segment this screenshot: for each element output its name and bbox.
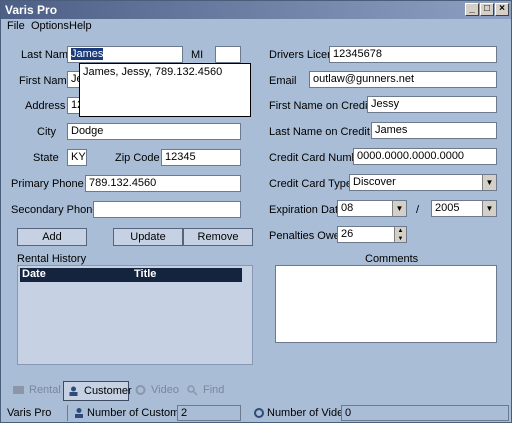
grid-header: Date Title <box>20 268 242 282</box>
maximize-button[interactable]: □ <box>480 3 494 16</box>
status-divider <box>67 405 68 421</box>
tab-video[interactable]: Video <box>131 381 181 401</box>
expiration-date-label: Expiration Date <box>269 204 345 216</box>
primary-phone-input[interactable]: 789.132.4560 <box>85 175 241 192</box>
menu-help[interactable]: Help <box>69 20 92 32</box>
close-button[interactable]: × <box>495 3 509 16</box>
main-window: Varis Pro _ □ × File Options Help Last N… <box>0 0 512 423</box>
chevron-down-icon[interactable]: ▼ <box>482 175 496 190</box>
penalties-input[interactable]: 26 ▲ ▼ <box>337 226 407 243</box>
menu-file[interactable]: File <box>7 20 25 32</box>
first-name-label: First Name <box>19 75 73 87</box>
videos-count: 0 <box>341 405 509 421</box>
window-title: Varis Pro <box>5 3 58 17</box>
find-icon <box>187 385 198 396</box>
penalties-value: 26 <box>341 228 354 240</box>
videos-icon <box>254 408 264 418</box>
rental-history-grid[interactable]: Date Title <box>17 265 253 365</box>
autocomplete-dropdown[interactable]: James, Jessy, 789.132.4560 <box>79 63 251 117</box>
update-button[interactable]: Update <box>113 228 183 246</box>
email-input[interactable]: outlaw@gunners.net <box>309 71 497 88</box>
title-column-header[interactable]: Title <box>134 268 156 280</box>
chevron-down-icon[interactable]: ▼ <box>392 201 406 216</box>
customer-icon <box>69 386 78 396</box>
menu-bar: File Options Help <box>1 19 511 35</box>
add-button[interactable]: Add <box>17 228 87 246</box>
exp-month-select[interactable]: 08 ▼ <box>337 200 407 217</box>
mi-label: MI <box>191 49 204 61</box>
status-app-name: Varis Pro <box>7 407 52 419</box>
date-column-header[interactable]: Date <box>22 268 46 280</box>
zip-label: Zip Code <box>115 152 160 164</box>
state-input[interactable]: KY <box>67 149 87 166</box>
bottom-navigation: Rental Customer Video Find <box>1 379 511 403</box>
cc-type-select[interactable]: Discover ▼ <box>349 174 497 191</box>
menu-options[interactable]: Options <box>31 20 69 32</box>
exp-year-select[interactable]: 2005 ▼ <box>431 200 497 217</box>
tab-find[interactable]: Find <box>183 381 229 401</box>
autocomplete-item[interactable]: James, Jessy, 789.132.4560 <box>83 66 247 78</box>
secondary-phone-input[interactable] <box>93 201 241 218</box>
penalties-owed-label: Penalties Owed <box>269 230 347 242</box>
tab-rental[interactable]: Rental <box>9 381 61 401</box>
cc-first-name-input[interactable]: Jessy <box>367 96 497 113</box>
mi-input[interactable] <box>215 46 241 63</box>
rental-icon <box>13 386 24 394</box>
city-input[interactable]: Dodge <box>67 123 241 140</box>
rental-history-label: Rental History <box>17 253 87 265</box>
chevron-down-icon[interactable]: ▼ <box>482 201 496 216</box>
state-label: State <box>33 152 59 164</box>
cc-type-label: Credit Card Type <box>269 178 352 190</box>
comments-label: Comments <box>365 253 419 265</box>
remove-button[interactable]: Remove <box>183 228 253 246</box>
customers-icon <box>75 408 83 418</box>
address-label: Address <box>25 100 66 112</box>
secondary-phone-label: Secondary Phone <box>11 204 99 216</box>
cc-number-input[interactable]: 0000.0000.0000.0000 <box>353 148 497 165</box>
drivers-license-input[interactable]: 12345678 <box>329 46 497 63</box>
exp-year-value: 2005 <box>435 202 460 214</box>
city-label: City <box>37 126 56 138</box>
comments-textarea[interactable] <box>275 265 497 343</box>
title-bar: Varis Pro _ □ × <box>1 1 511 19</box>
status-bar: Varis Pro Number of Customers: 2 Number … <box>1 403 511 422</box>
last-name-input[interactable]: James <box>67 46 183 63</box>
minimize-button[interactable]: _ <box>465 3 479 16</box>
video-icon <box>135 385 146 395</box>
exp-separator: / <box>416 204 420 216</box>
cc-last-name-input[interactable]: James <box>371 122 497 139</box>
spinner-icon[interactable]: ▲ ▼ <box>394 227 406 242</box>
tab-customer[interactable]: Customer <box>63 381 132 401</box>
cc-type-value: Discover <box>353 176 396 188</box>
zip-input[interactable]: 12345 <box>161 149 241 166</box>
customers-count: 2 <box>177 405 241 421</box>
primary-phone-label: Primary Phone <box>11 178 84 190</box>
exp-month-value: 08 <box>341 202 354 214</box>
email-label: Email <box>269 75 297 87</box>
